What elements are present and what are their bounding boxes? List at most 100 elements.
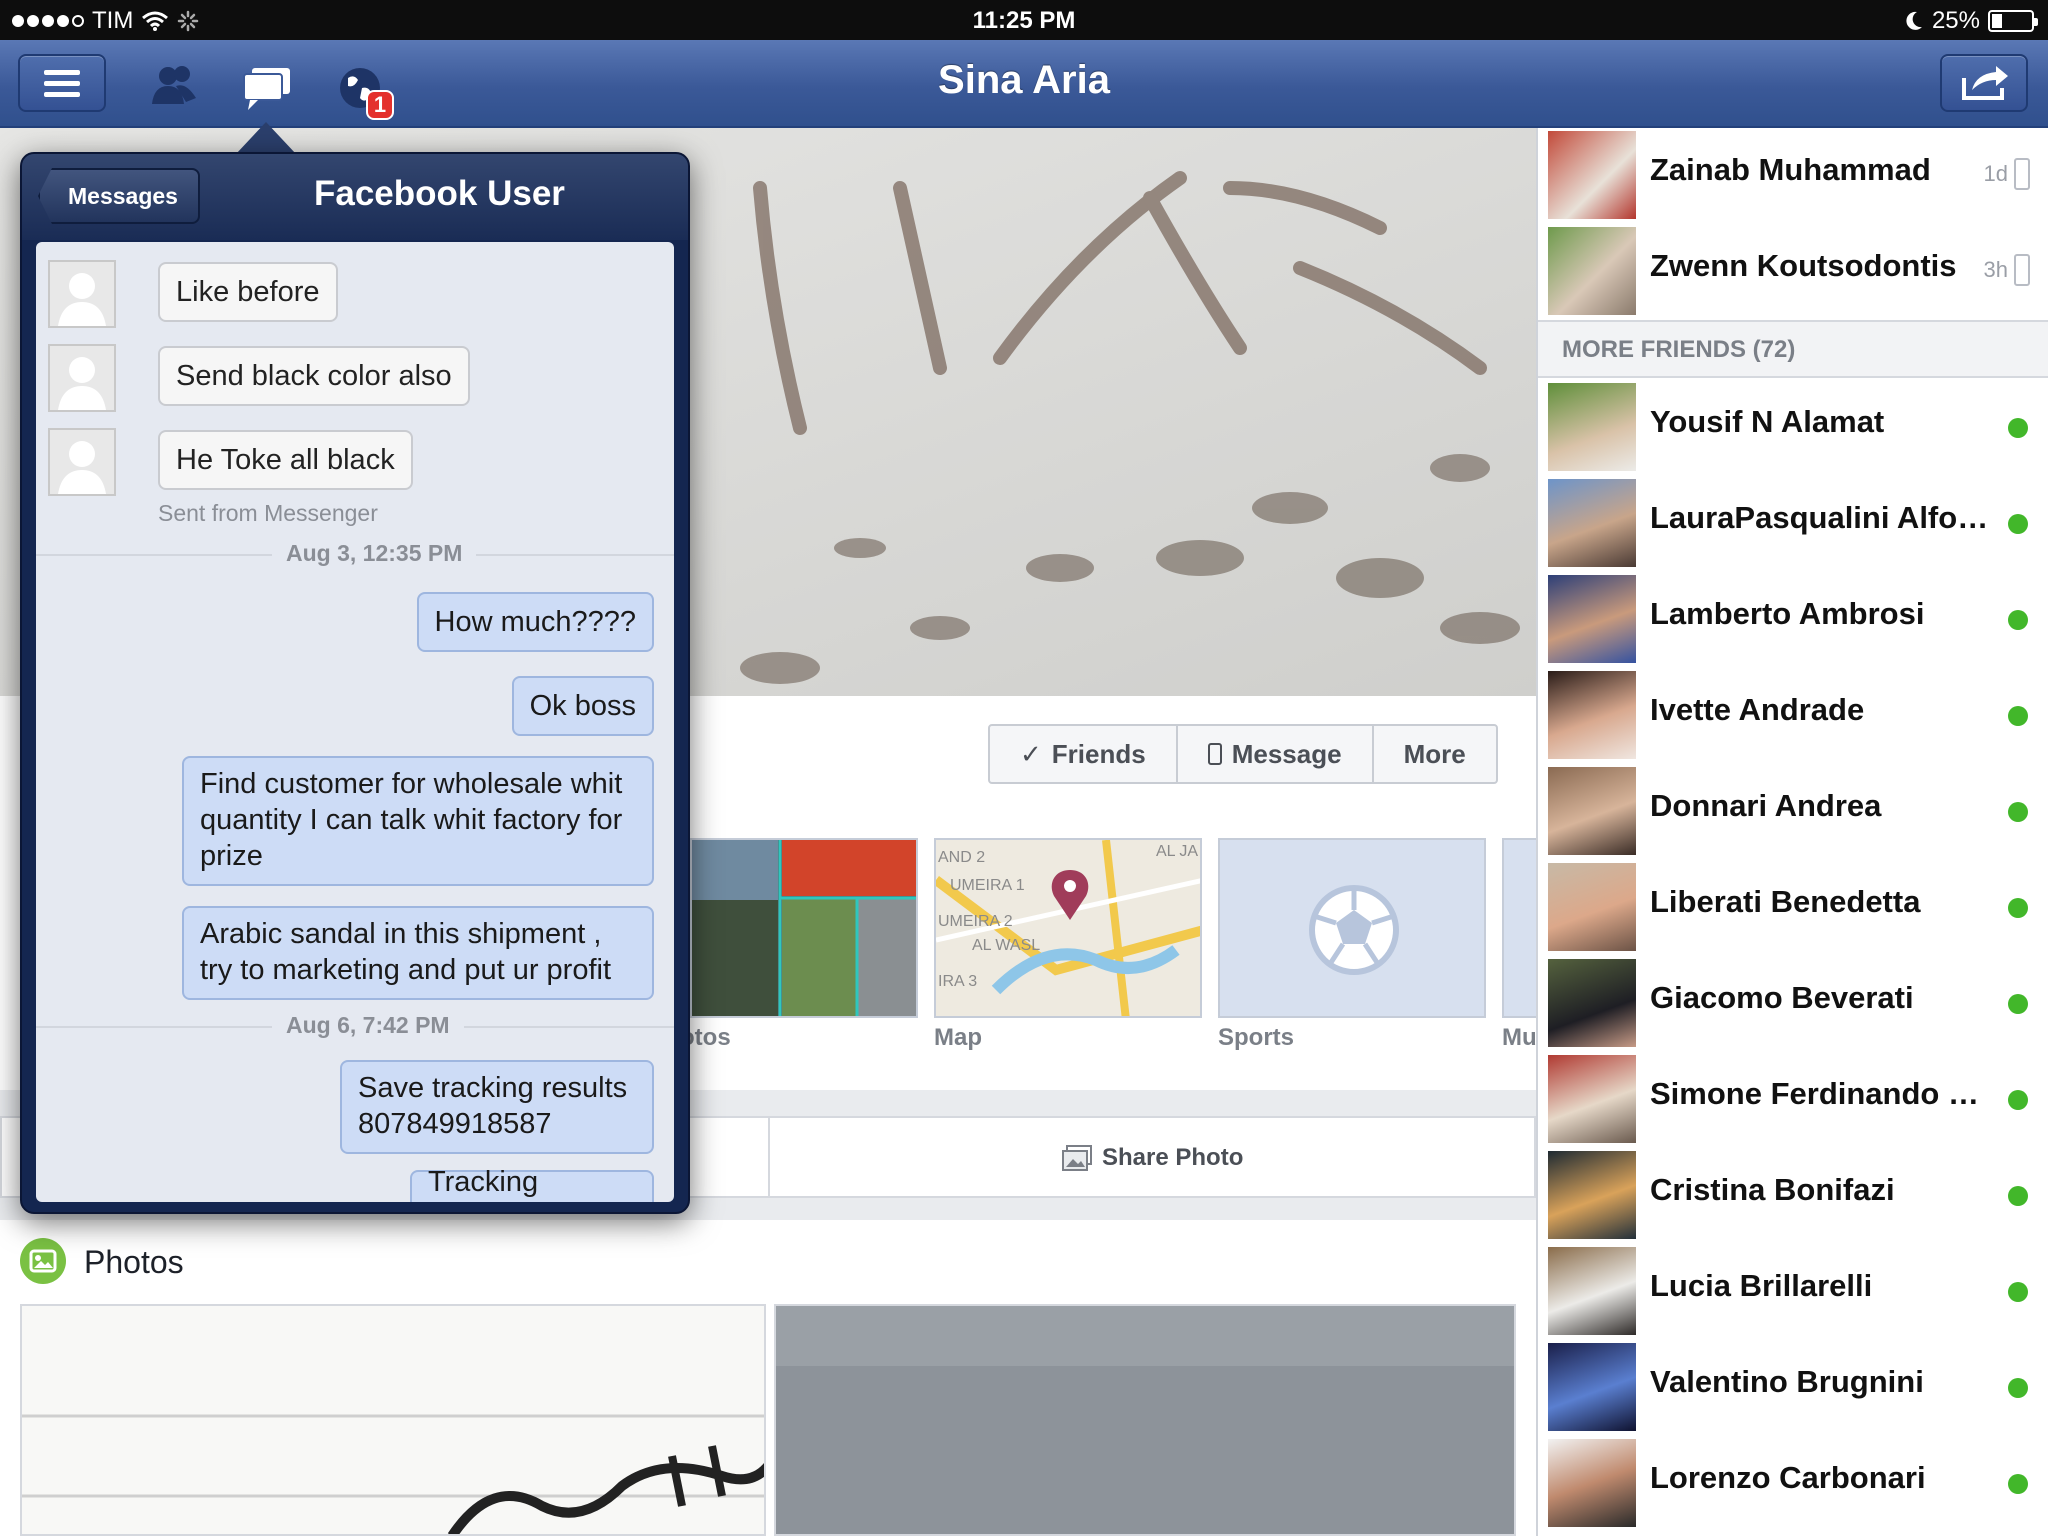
phone-icon [1207, 743, 1222, 765]
friend-name: Simone Ferdinando Bianchi [1650, 1076, 1990, 1111]
avatar [1548, 1343, 1636, 1431]
online-status-dot [2008, 1378, 2028, 1398]
avatar [1548, 767, 1636, 855]
message-thread[interactable]: Like before Send black color also He Tok… [36, 242, 674, 1202]
friend-name: Valentino Brugnini [1650, 1364, 1924, 1399]
avatar [1548, 1151, 1636, 1239]
online-status-dot [2008, 610, 2028, 630]
outgoing-message: Save tracking results 807849918587 [340, 1060, 654, 1154]
friend-row[interactable]: Valentino Brugnini [1538, 1340, 2048, 1436]
photos-section-icon [20, 1238, 66, 1284]
handwritten-note-image [22, 1414, 764, 1534]
friend-row[interactable]: Lorenzo Carbonari [1538, 1436, 2048, 1532]
mobile-phone-icon [2014, 158, 2030, 190]
online-status-dot [2008, 1282, 2028, 1302]
friend-name: Lorenzo Carbonari [1650, 1460, 1926, 1495]
friend-name: Donnari Andrea [1650, 788, 1882, 823]
friend-row[interactable]: Lamberto Ambrosi [1538, 572, 2048, 668]
more-button[interactable]: More [1374, 726, 1496, 782]
message-button-label: Message [1231, 738, 1342, 769]
incoming-message: He Toke all black [158, 430, 413, 490]
profile-action-buttons: ✓ Friends Message More [988, 724, 1498, 784]
avatar [1548, 131, 1636, 219]
friend-name: Lucia Brillarelli [1650, 1268, 1873, 1303]
message-button[interactable]: Message [1178, 726, 1374, 782]
friend-name: Lamberto Ambrosi [1650, 596, 1925, 631]
more-button-label: More [1403, 738, 1466, 769]
conversation-title: Facebook User [314, 174, 565, 213]
mobile-phone-icon [2014, 254, 2030, 286]
photo-icon [1062, 1145, 1092, 1171]
friend-row[interactable]: Ivette Andrade [1538, 668, 2048, 764]
clock: 11:25 PM [972, 7, 1076, 34]
battery-percent: 25% [1931, 7, 1980, 34]
soccer-ball-icon [1309, 885, 1399, 975]
sports-tile[interactable] [1218, 838, 1486, 1018]
date-separator: Aug 3, 12:35 PM [272, 540, 477, 567]
share-button[interactable] [1940, 54, 2028, 112]
outgoing-message: How much???? [416, 592, 654, 652]
checkmark-icon: ✓ [1020, 738, 1042, 769]
do-not-disturb-moon-icon [1906, 11, 1922, 30]
photo-thumbnail[interactable] [774, 1304, 1516, 1536]
friend-name: Giacomo Beverati [1650, 980, 1914, 1015]
last-active-time: 1d [1983, 161, 2008, 186]
friend-row[interactable]: Lucia Brillarelli [1538, 1244, 2048, 1340]
friend-row[interactable]: Liberati Benedetta [1538, 860, 2048, 956]
friend-name: LauraPasqualini Alfonsi [1650, 500, 1990, 535]
sent-from-messenger: Sent from Messenger [158, 500, 378, 526]
friend-row[interactable]: Yousif N Alamat [1538, 380, 2048, 476]
sports-tile-label: Sports [1218, 1024, 1295, 1051]
friend-name: Zainab Muhammad [1650, 152, 1931, 187]
friend-name: Ivette Andrade [1650, 692, 1865, 727]
default-user-icon [58, 357, 106, 410]
friend-row[interactable]: Simone Ferdinando Bianchi [1538, 1052, 2048, 1148]
online-status-dot [2008, 514, 2028, 534]
avatar [1548, 479, 1636, 567]
photos-collage-image [692, 840, 916, 1016]
share-photo-button[interactable]: Share Photo [1062, 1144, 1243, 1172]
more-friends-header-label: MORE FRIENDS (72) [1562, 336, 1796, 363]
battery-icon [1988, 10, 2038, 32]
friend-name: Liberati Benedetta [1650, 884, 1921, 919]
photos-section-title: Photos [84, 1244, 184, 1280]
map-tile-label: Map [934, 1024, 982, 1051]
friend-row[interactable]: LauraPasqualini Alfonsi [1538, 476, 2048, 572]
avatar [1548, 227, 1636, 315]
friends-button-label: Friends [1051, 738, 1146, 769]
sender-avatar [48, 260, 116, 328]
friend-row[interactable]: Giacomo Beverati [1538, 956, 2048, 1052]
map-label-3: UMEIRA 2 [938, 913, 1013, 930]
friend-name: Zwenn Koutsodontis [1650, 248, 1957, 283]
music-tile-label: Mu [1502, 1024, 1537, 1051]
popover-arrow [236, 122, 296, 154]
incoming-message: Like before [158, 262, 338, 322]
incoming-message: Send black color also [158, 346, 470, 406]
last-active-time: 3h [1983, 257, 2008, 282]
photos-section: Photos [0, 1220, 1536, 1536]
back-to-messages-button[interactable]: Messages [38, 168, 200, 224]
default-user-icon [58, 273, 106, 326]
avatar [1548, 671, 1636, 759]
outgoing-message: Tracking number [410, 1166, 654, 1202]
avatar [1548, 575, 1636, 663]
map-label-1: AND 2 [938, 849, 985, 866]
avatar [1548, 863, 1636, 951]
popover-header: Messages Facebook User [22, 154, 688, 240]
photo-thumbnail[interactable] [20, 1304, 766, 1536]
map-label-4: AL WASL [972, 937, 1040, 954]
friend-row[interactable]: Zwenn Koutsodontis 3h [1538, 224, 2048, 320]
map-thumbnail: AND 2 UMEIRA 1 UMEIRA 2 AL WASL IRA 3 AL… [936, 840, 1200, 1016]
avatar [1548, 1247, 1636, 1335]
map-tile[interactable]: AND 2 UMEIRA 1 UMEIRA 2 AL WASL IRA 3 AL… [934, 838, 1202, 1018]
friends-button[interactable]: ✓ Friends [990, 726, 1178, 782]
asphalt-photo-image [776, 1306, 1514, 1534]
sender-avatar [48, 344, 116, 412]
map-label-6: AL JA [1156, 843, 1198, 860]
friend-row[interactable]: Donnari Andrea [1538, 764, 2048, 860]
online-status-dot [2008, 1474, 2028, 1494]
friend-name: Cristina Bonifazi [1650, 1172, 1895, 1207]
friend-row[interactable]: Zainab Muhammad 1d [1538, 128, 2048, 224]
photos-tile[interactable] [690, 838, 918, 1018]
friend-row[interactable]: Cristina Bonifazi [1538, 1148, 2048, 1244]
